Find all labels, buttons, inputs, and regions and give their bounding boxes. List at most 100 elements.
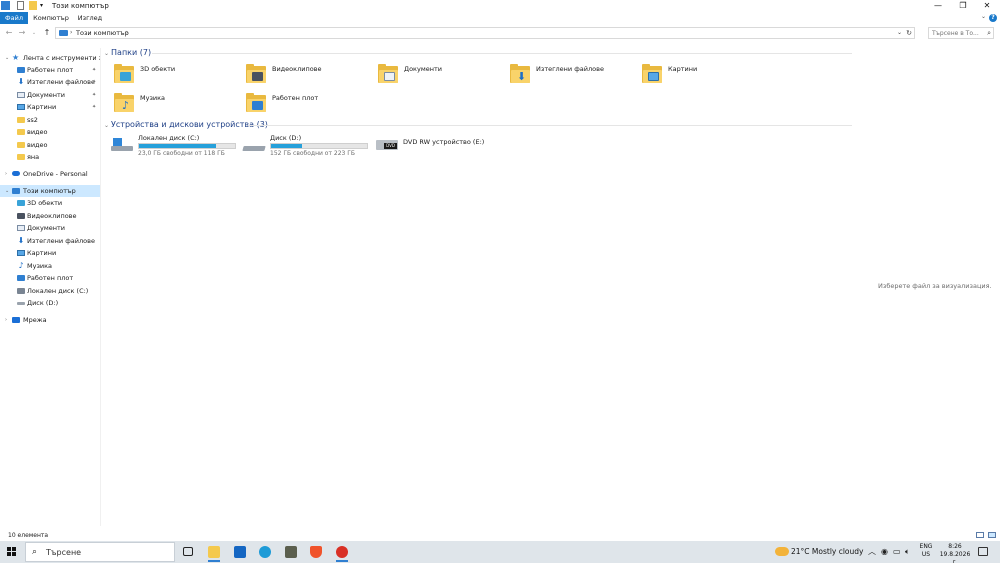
nav-item-onedrive[interactable]: › OneDrive - Personal	[0, 168, 100, 180]
documents-folder-icon	[378, 64, 398, 84]
properties-icon[interactable]	[17, 1, 24, 10]
brave-taskbar-icon[interactable]	[307, 543, 325, 561]
notifications-icon[interactable]	[978, 547, 988, 556]
nav-item-pictures[interactable]: Картини	[0, 247, 100, 259]
help-icon[interactable]: ?	[989, 14, 997, 22]
input-language-indicator[interactable]: ENG US	[918, 543, 934, 559]
drive-d-tile[interactable]: Диск (D:) 152 ГБ свободни от 223 ГБ	[242, 134, 373, 158]
nav-label: 3D обекти	[27, 199, 63, 207]
pane-splitter[interactable]	[100, 48, 101, 526]
nav-item-drive-d[interactable]: Диск (D:)	[0, 297, 100, 309]
quick-access-dropdown-icon[interactable]: ▾	[40, 1, 46, 10]
show-hidden-icons-icon[interactable]: ︿	[868, 546, 876, 558]
nav-item-3d-objects[interactable]: 3D обекти	[0, 197, 100, 209]
refresh-icon[interactable]: ↻	[906, 28, 912, 38]
drive-d-icon	[17, 302, 25, 305]
folders-group-header[interactable]: ⌄ Папки (7)	[104, 48, 151, 59]
nav-item-videos[interactable]: Видеоклипове	[0, 210, 100, 222]
volume-icon[interactable]: 🔈︎	[905, 546, 910, 558]
close-button[interactable]: ✕	[975, 0, 999, 12]
taskbar-search-box[interactable]: ⌕ Търсене	[25, 542, 175, 562]
weather-text: 21°C Mostly cloudy	[791, 547, 864, 556]
devices-group-header[interactable]: ⌄ Устройства и дискови устройства (3)	[104, 120, 268, 131]
up-arrow-icon[interactable]: ↑	[42, 27, 52, 39]
explorer-app-icon[interactable]	[1, 1, 10, 10]
nav-item-documents[interactable]: Документи	[0, 222, 100, 234]
breadcrumb-separator-icon[interactable]: ›	[70, 28, 72, 38]
game-taskbar-icon[interactable]	[282, 543, 300, 561]
downloads-icon: ⬇	[17, 236, 25, 245]
network-icon[interactable]: ▭	[893, 546, 901, 558]
ribbon-expand-icon[interactable]: ⌄	[981, 13, 986, 20]
folder-music[interactable]: ♪ Музика	[114, 93, 244, 119]
folder-documents[interactable]: Документи	[378, 64, 508, 90]
nav-item-music[interactable]: ♪ Музика	[0, 260, 100, 272]
nav-item-downloads[interactable]: ⬇ Изтеглени файлове	[0, 235, 100, 247]
collapse-chevron-icon[interactable]: ⌄	[104, 50, 109, 57]
taskbar-search-placeholder: Търсене	[46, 548, 82, 557]
breadcrumb-this-pc[interactable]: Този компютър	[76, 28, 129, 38]
expand-chevron-icon[interactable]: ›	[5, 314, 7, 326]
minimize-button[interactable]: —	[926, 0, 950, 12]
nav-item-this-pc[interactable]: ⌄ Този компютър	[0, 185, 100, 197]
address-bar[interactable]: › Този компютър › ⌄ ↻	[55, 27, 915, 39]
recent-locations-icon[interactable]: ⌄	[29, 27, 39, 39]
nav-item-documents-pinned[interactable]: Документи ✦	[0, 89, 100, 101]
maximize-button[interactable]: ❐	[951, 0, 975, 12]
nav-quick-access[interactable]: ⌄ ★ Лента с инструменти за бързо...	[0, 52, 100, 64]
task-view-icon[interactable]	[179, 543, 197, 561]
nav-label: Диск (D:)	[27, 299, 59, 307]
folder-downloads[interactable]: ⬇ Изтеглени файлове	[510, 64, 640, 90]
nav-item-recent-folder[interactable]: видео	[0, 139, 100, 151]
nav-item-recent-folder[interactable]: яна	[0, 151, 100, 163]
clock[interactable]: 8:26 19.8.2026 г.	[937, 543, 973, 563]
expand-chevron-icon[interactable]: ⌄	[5, 185, 9, 197]
search-box[interactable]: ⌕	[928, 27, 994, 39]
new-folder-icon[interactable]	[29, 1, 37, 10]
folder-desktop[interactable]: Работен плот	[246, 93, 376, 119]
search-input[interactable]	[929, 28, 983, 38]
folder-3d-objects[interactable]: 3D обекти	[114, 64, 244, 90]
network-icon	[12, 317, 20, 323]
address-dropdown-icon[interactable]: ⌄	[897, 28, 902, 38]
nav-item-recent-folder[interactable]: видео	[0, 126, 100, 138]
breadcrumb-separator-icon[interactable]: ›	[126, 28, 128, 38]
nav-item-desktop-pinned[interactable]: Работен плот ✦	[0, 64, 100, 76]
nav-label: яна	[27, 153, 40, 161]
details-view-icon[interactable]	[976, 532, 984, 538]
nav-item-downloads-pinned[interactable]: ⬇ Изтеглени файлове ✦	[0, 76, 100, 88]
group-divider	[152, 53, 852, 54]
nav-item-pictures-pinned[interactable]: Картини ✦	[0, 101, 100, 113]
forward-arrow-icon[interactable]: →	[17, 27, 27, 39]
file-explorer-taskbar-icon[interactable]	[205, 543, 223, 562]
nav-item-desktop[interactable]: Работен плот	[0, 272, 100, 284]
nav-label: Изтеглени файлове	[27, 78, 95, 86]
edge-taskbar-icon[interactable]	[256, 543, 274, 561]
documents-icon	[17, 92, 25, 98]
folder-videos[interactable]: Видеоклипове	[246, 64, 376, 90]
tab-view[interactable]: Изглед	[74, 12, 106, 24]
taskbar: ⌕ Търсене 21°C Mostly cloudy ︿ ◉ ▭ 🔈︎ EN…	[0, 541, 1000, 563]
windows-drive-icon	[111, 138, 133, 152]
expand-chevron-icon[interactable]: ›	[5, 168, 7, 180]
tab-file[interactable]: Файл	[0, 12, 28, 24]
drive-e-tile[interactable]: DVD DVD RW устройство (E:)	[376, 134, 506, 158]
collapse-chevron-icon[interactable]: ⌄	[104, 122, 109, 129]
back-arrow-icon[interactable]: ←	[4, 27, 14, 39]
drive-c-tile[interactable]: Локален диск (C:) 23,0 ГБ свободни от 11…	[111, 134, 241, 158]
folder-pictures[interactable]: Картини	[642, 64, 772, 90]
search-icon[interactable]: ⌕	[987, 28, 991, 38]
chrome-taskbar-icon[interactable]	[333, 543, 351, 562]
nav-item-network[interactable]: › Мрежа	[0, 314, 100, 326]
expand-chevron-icon[interactable]: ⌄	[5, 52, 9, 64]
outlook-taskbar-icon[interactable]	[231, 543, 249, 561]
nav-item-drive-c[interactable]: Локален диск (C:)	[0, 285, 100, 297]
meet-now-icon[interactable]: ◉	[881, 546, 888, 558]
nav-label: Работен плот	[27, 66, 74, 74]
tab-computer[interactable]: Компютър	[32, 12, 70, 24]
windows-start-icon[interactable]	[7, 547, 17, 557]
onedrive-cloud-icon	[12, 171, 20, 176]
nav-item-recent-folder[interactable]: ss2	[0, 114, 100, 126]
folder-name: Видеоклипове	[272, 65, 322, 73]
large-icons-view-icon[interactable]	[988, 532, 996, 538]
